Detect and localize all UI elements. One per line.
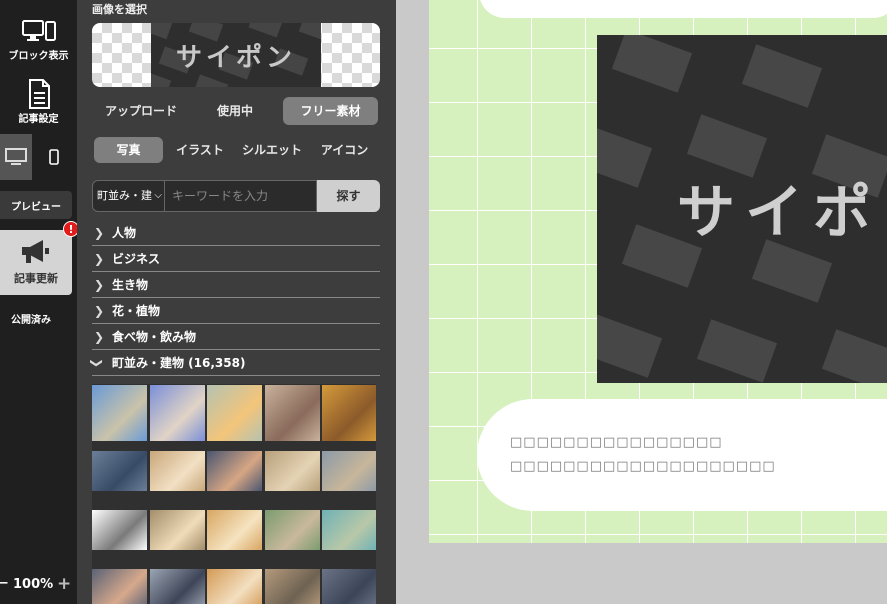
photo-thumbnail[interactable] bbox=[264, 385, 320, 441]
photo-thumbnail[interactable] bbox=[149, 569, 205, 604]
photo-thumbnail[interactable] bbox=[322, 510, 376, 550]
photo-thumbnail[interactable] bbox=[322, 569, 376, 604]
category-item-business[interactable]: ❯ ビジネス bbox=[92, 246, 380, 272]
text-line: □□□□□□□□□□□□□□□□□□□□ bbox=[510, 459, 776, 474]
desktop-preview-button[interactable] bbox=[0, 134, 32, 180]
text-line: □□□□□□□□□□□□□□□□ bbox=[510, 435, 723, 450]
zoom-level: 100% bbox=[13, 577, 54, 592]
hero-image[interactable]: サイポ bbox=[597, 35, 887, 383]
photo-thumbnail[interactable] bbox=[92, 451, 147, 491]
photo-thumbnail[interactable] bbox=[207, 385, 262, 441]
photo-thumbnail[interactable] bbox=[149, 510, 205, 550]
tab-icon[interactable]: アイコン bbox=[311, 137, 378, 163]
chevron-down-icon: ⌵ bbox=[154, 190, 162, 201]
chevron-down-icon: ❯ bbox=[90, 357, 105, 369]
hero-logo-text: サイポ bbox=[677, 178, 882, 246]
photo-thumbnail[interactable] bbox=[149, 451, 205, 491]
tab-illustration[interactable]: イラスト bbox=[167, 137, 233, 163]
text-block[interactable]: □□□□□□□□□□□□□□□□ □□□□□□□□□□□□□□□□□□□□ bbox=[477, 399, 887, 511]
devices-icon bbox=[21, 20, 56, 41]
chevron-right-icon: ❯ bbox=[94, 252, 105, 266]
category-item-animals[interactable]: ❯ 生き物 bbox=[92, 272, 380, 298]
category-label: 食べ物・飲み物 bbox=[112, 330, 197, 344]
category-item-townscape[interactable]: ❯ 町並み・建物 (16,358) bbox=[90, 350, 380, 376]
tab-free-material[interactable]: フリー素材 bbox=[283, 97, 378, 125]
block-view-label: ブロック表示 bbox=[8, 51, 69, 62]
photo-thumbnail[interactable] bbox=[149, 385, 205, 441]
photo-thumbnail[interactable] bbox=[264, 569, 320, 604]
photo-thumbnail[interactable] bbox=[207, 569, 262, 604]
editor-canvas: サイポ □□□□□□□□□□□□□□□□ □□□□□□□□□□□□□□□□□□□… bbox=[396, 0, 887, 604]
preview-logo-text: サイポン bbox=[175, 43, 296, 73]
selected-image-preview: サイポン bbox=[92, 23, 380, 87]
preview-button[interactable]: プレビュー bbox=[0, 191, 72, 219]
chevron-right-icon: ❯ bbox=[94, 330, 105, 344]
photo-thumbnail[interactable] bbox=[264, 451, 320, 491]
panel-title: 画像を選択 bbox=[92, 3, 147, 16]
zoom-out-button[interactable]: − bbox=[0, 576, 9, 591]
photo-thumbnail[interactable] bbox=[207, 451, 262, 491]
update-article-button[interactable]: 記事更新 bbox=[0, 230, 72, 295]
category-label: 町並み・建物 (16,358) bbox=[112, 356, 246, 370]
photo-thumbnail-grid bbox=[92, 384, 376, 604]
category-label: 生き物 bbox=[112, 278, 149, 292]
category-label: 花・植物 bbox=[112, 304, 161, 318]
category-item-food[interactable]: ❯ 食べ物・飲み物 bbox=[92, 324, 380, 350]
document-icon bbox=[28, 79, 50, 109]
left-rail: ブロック表示 記事設定 プレビュー 記事更新 ! 公開済み − 100% + bbox=[0, 0, 79, 604]
tab-in-use[interactable]: 使用中 bbox=[190, 97, 280, 125]
media-type-tabs: 写真 イラスト シルエット アイコン bbox=[92, 137, 380, 165]
article-settings-button[interactable]: 記事設定 bbox=[0, 78, 77, 125]
search-button[interactable]: 探す bbox=[317, 180, 380, 212]
zoom-control: − 100% + bbox=[0, 574, 77, 596]
image-select-panel: 画像を選択 サイポン アップロード 使用中 フリー素材 写真 イラスト シルエッ… bbox=[77, 0, 396, 604]
source-tabs: アップロード 使用中 フリー素材 bbox=[92, 97, 380, 125]
update-label: 記事更新 bbox=[14, 272, 58, 285]
photo-thumbnail[interactable] bbox=[207, 510, 262, 550]
desktop-icon bbox=[5, 148, 27, 165]
article-settings-label: 記事設定 bbox=[18, 114, 59, 125]
publish-status: 公開済み bbox=[11, 315, 51, 326]
selected-image: サイポン bbox=[151, 23, 321, 87]
category-list: ❯ 人物 ❯ ビジネス ❯ 生き物 ❯ 花・植物 ❯ 食べ物・飲み物 ❯ 町並み・建物 (1… bbox=[90, 220, 380, 376]
megaphone-icon bbox=[22, 240, 49, 263]
category-select[interactable]: 町並み・建 ⌵ bbox=[92, 180, 165, 212]
photo-thumbnail[interactable] bbox=[322, 385, 376, 441]
photo-thumbnail[interactable] bbox=[264, 510, 320, 550]
category-item-people[interactable]: ❯ 人物 bbox=[92, 220, 380, 246]
category-item-plants[interactable]: ❯ 花・植物 bbox=[92, 298, 380, 324]
tab-silhouette[interactable]: シルエット bbox=[236, 137, 308, 163]
block-view-button[interactable]: ブロック表示 bbox=[0, 17, 77, 62]
chevron-right-icon: ❯ bbox=[94, 226, 105, 240]
zoom-in-button[interactable]: + bbox=[57, 574, 71, 594]
category-select-value: 町並み・建 bbox=[97, 189, 152, 202]
tab-upload[interactable]: アップロード bbox=[92, 97, 190, 125]
mobile-icon bbox=[49, 149, 59, 165]
photo-thumbnail[interactable] bbox=[92, 569, 147, 604]
tab-photo[interactable]: 写真 bbox=[94, 137, 163, 163]
chevron-right-icon: ❯ bbox=[94, 304, 105, 318]
keyword-input[interactable] bbox=[165, 180, 317, 212]
category-label: ビジネス bbox=[112, 252, 161, 266]
category-label: 人物 bbox=[112, 226, 137, 240]
chevron-right-icon: ❯ bbox=[94, 278, 105, 292]
device-switcher bbox=[0, 134, 77, 180]
top-text-block[interactable] bbox=[479, 0, 887, 18]
photo-thumbnail[interactable] bbox=[92, 385, 147, 441]
mobile-preview-button[interactable] bbox=[38, 134, 70, 180]
photo-thumbnail[interactable] bbox=[92, 510, 147, 550]
photo-thumbnail[interactable] bbox=[322, 451, 376, 491]
search-bar: 町並み・建 ⌵ 探す bbox=[92, 180, 380, 212]
page-preview: サイポ □□□□□□□□□□□□□□□□ □□□□□□□□□□□□□□□□□□□… bbox=[429, 0, 887, 543]
